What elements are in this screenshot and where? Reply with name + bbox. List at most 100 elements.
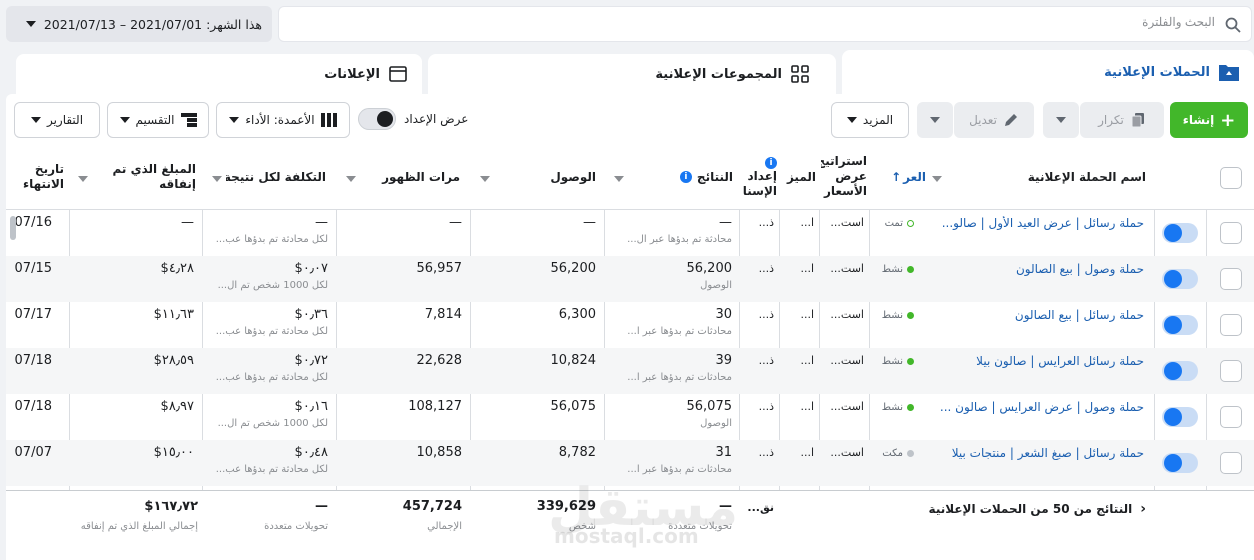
- sort-caret-icon[interactable]: [480, 176, 490, 182]
- sort-caret-icon[interactable]: [932, 176, 942, 182]
- col-results[interactable]: النتائج i: [621, 170, 733, 184]
- sort-caret-icon[interactable]: [212, 176, 222, 182]
- row-checkbox[interactable]: [1220, 406, 1242, 428]
- campaign-name-link[interactable]: حملة رسائل | صبغ الشعر | منتجات بيلا: [938, 446, 1144, 460]
- col-reach[interactable]: الوصول: [496, 170, 596, 184]
- results-value: 31: [715, 445, 732, 460]
- table-row[interactable]: حملة وصول | عرض العرايس | صالون ... نشط …: [6, 394, 1254, 440]
- campaign-name-link[interactable]: حملة رسائل العرايس | صالون بيلا: [938, 354, 1144, 368]
- bid-strategy-value: است...: [830, 308, 864, 321]
- col-impressions[interactable]: مرات الظهور: [360, 170, 460, 184]
- sort-caret-icon[interactable]: [78, 176, 88, 182]
- summary-label[interactable]: ‹ النتائج من 50 من الحملات الإعلانية: [926, 501, 1146, 517]
- bid-strategy-value: است...: [830, 446, 864, 459]
- duplicate-dropdown[interactable]: [1043, 102, 1079, 138]
- campaign-toggle[interactable]: [1162, 223, 1198, 243]
- attribution-value: ذ...: [758, 354, 774, 367]
- campaign-toggle[interactable]: [1162, 361, 1198, 381]
- spent-value: ١٥٫٠٠$: [153, 445, 194, 460]
- spent-value: —: [181, 215, 194, 230]
- campaign-name-link[interactable]: حملة رسائل | عرض العيد الأول | صالو...: [938, 216, 1144, 230]
- tab-ads[interactable]: الإعلانات: [16, 54, 422, 94]
- campaign-name-link[interactable]: حملة رسائل | بيع الصالون: [938, 308, 1144, 322]
- table-row[interactable]: حملة وصول | بيع الصالون نشط است... ا... …: [6, 256, 1254, 302]
- chevron-down-icon: [119, 117, 130, 123]
- cost-value: ٠٫٣٦$: [294, 307, 328, 322]
- row-checkbox[interactable]: [1220, 360, 1242, 382]
- chevron-down-icon: [846, 117, 857, 123]
- col-bid-strategy[interactable]: استراتيج عرض الأسعار: [821, 154, 867, 199]
- results-value: —: [719, 215, 732, 230]
- impressions-value: 7,814: [424, 307, 462, 322]
- spent-value: ١١٫٦٣$: [153, 307, 194, 322]
- info-icon[interactable]: i: [765, 157, 777, 169]
- attribution-value: ذ...: [758, 216, 774, 229]
- col-name[interactable]: اسم الحملة الإعلانية: [936, 170, 1146, 184]
- end-date-value: 07/17: [14, 307, 52, 322]
- row-checkbox[interactable]: [1220, 222, 1242, 244]
- col-attribution[interactable]: i إعداد الإسنا: [741, 154, 777, 199]
- attribution-value: ذ...: [758, 308, 774, 321]
- reports-button[interactable]: التقارير: [14, 102, 100, 138]
- budget-value: ا...: [800, 400, 814, 413]
- campaign-toggle[interactable]: [1162, 315, 1198, 335]
- status-badge: نشط: [874, 356, 914, 367]
- campaign-toggle[interactable]: [1162, 453, 1198, 473]
- results-sub: محادثات تم بدؤها عبر ا...: [627, 464, 732, 475]
- select-all-checkbox[interactable]: [1220, 167, 1242, 189]
- row-checkbox[interactable]: [1220, 314, 1242, 336]
- date-range-picker[interactable]: هذا الشهر: 2021/07/01 – 2021/07/13: [6, 6, 272, 42]
- reach-value: 8,782: [558, 445, 596, 460]
- view-setup-switch[interactable]: [358, 108, 396, 130]
- summary-attribution: نق...: [747, 501, 774, 514]
- row-checkbox[interactable]: [1220, 268, 1242, 290]
- attribution-value: ذ...: [758, 446, 774, 459]
- campaign-name-link[interactable]: حملة وصول | بيع الصالون: [938, 262, 1144, 276]
- cost-sub: لكل 1000 شخص تم ال...: [217, 280, 328, 291]
- col-cost-per-result[interactable]: التكلفة لكل نتيجة: [226, 170, 326, 184]
- tab-campaigns[interactable]: الحملات الإعلانية: [842, 50, 1254, 94]
- row-checkbox[interactable]: [1220, 452, 1242, 474]
- edit-dropdown[interactable]: [917, 102, 953, 138]
- sort-caret-icon[interactable]: [614, 176, 624, 182]
- cost-value: —: [315, 215, 328, 230]
- results-sub: الوصول: [700, 418, 732, 429]
- search-input[interactable]: [615, 15, 1215, 29]
- impressions-value: 108,127: [408, 399, 462, 414]
- impressions-value: 56,957: [416, 261, 463, 276]
- chevron-down-icon: [930, 117, 940, 123]
- campaign-toggle[interactable]: [1162, 269, 1198, 289]
- cost-sub: لكل محادثة تم بدؤها عب...: [215, 372, 328, 383]
- reach-value: 10,824: [550, 353, 597, 368]
- summary-cost-sub: تحويلات متعددة: [264, 521, 328, 532]
- view-setup-toggle[interactable]: عرض الإعداد: [358, 108, 468, 130]
- edit-button[interactable]: تعديل: [954, 102, 1034, 138]
- campaign-toggle[interactable]: [1162, 407, 1198, 427]
- col-amount-spent[interactable]: المبلغ الذي تم إنفاقه: [92, 162, 196, 192]
- summary-cost: —: [315, 499, 328, 514]
- horizontal-scroll-thumb[interactable]: [10, 216, 16, 240]
- columns-button[interactable]: الأعمدة: الأداء: [216, 102, 350, 138]
- tab-adsets-label: المجموعات الإعلانية: [655, 66, 782, 82]
- duplicate-button[interactable]: تكرار: [1080, 102, 1164, 138]
- sort-caret-icon[interactable]: [346, 176, 356, 182]
- table-row[interactable]: حملة رسائل | بيع الصالون نشط است... ا...…: [6, 302, 1254, 348]
- more-button[interactable]: المزيد: [831, 102, 909, 138]
- summary-spent-sub: إجمالي المبلغ الذي تم إنفاقه: [80, 521, 198, 532]
- sort-up-arrow-icon: ↑: [891, 170, 902, 184]
- col-budget[interactable]: الميز: [782, 170, 816, 184]
- tab-adsets[interactable]: المجموعات الإعلانية: [428, 54, 836, 94]
- tab-ads-label: الإعلانات: [324, 66, 380, 82]
- col-end-date[interactable]: تاريخ الانتهاء: [6, 162, 64, 192]
- breakdown-button[interactable]: التقسيم: [107, 102, 209, 138]
- info-icon[interactable]: i: [679, 171, 692, 183]
- campaign-name-link[interactable]: حملة وصول | عرض العرايس | صالون ...: [938, 400, 1144, 414]
- attribution-value: ذ...: [758, 400, 774, 413]
- col-delivery[interactable]: العر ↑: [876, 170, 926, 184]
- create-button[interactable]: + إنشاء: [1170, 102, 1248, 138]
- results-sub: محادثات تم بدؤها عبر ا...: [627, 372, 732, 383]
- search-bar[interactable]: [278, 6, 1252, 42]
- table-row[interactable]: حملة رسائل | عرض العيد الأول | صالو... ت…: [6, 210, 1254, 256]
- table-row[interactable]: حملة رسائل العرايس | صالون بيلا نشط است.…: [6, 348, 1254, 394]
- budget-value: ا...: [800, 262, 814, 275]
